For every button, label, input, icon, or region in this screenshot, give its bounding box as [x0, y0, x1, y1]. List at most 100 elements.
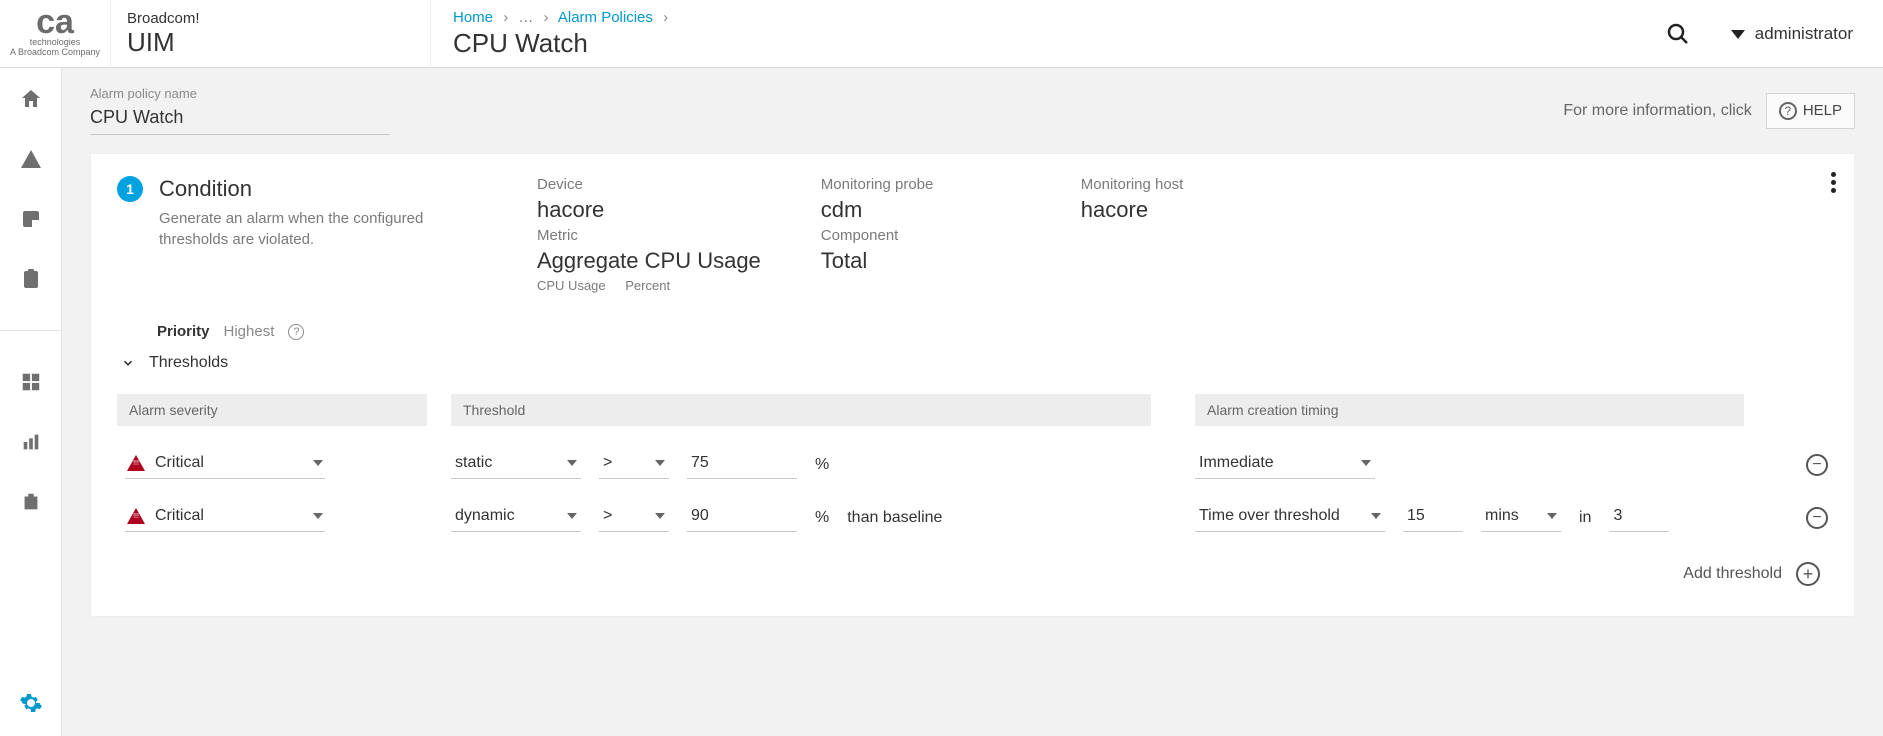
add-threshold-button[interactable]: + — [1796, 562, 1820, 586]
content-area: Alarm policy name For more information, … — [62, 68, 1883, 736]
logo-ca-text: ca — [36, 9, 74, 36]
threshold-cell: dynamic > % than baseline — [451, 479, 1151, 532]
probe-label: Monitoring probe — [821, 176, 1021, 193]
chevron-down-icon — [121, 356, 135, 370]
breadcrumb-sep-icon: › — [663, 9, 668, 26]
remove-row-button[interactable]: − — [1806, 507, 1828, 529]
timing-cell: Time over threshold mins in — [1195, 479, 1744, 532]
caret-down-icon — [1361, 460, 1371, 466]
caret-down-icon — [1731, 30, 1745, 39]
severity-value: Critical — [155, 507, 204, 525]
metric-value: Aggregate CPU Usage — [537, 248, 761, 274]
threshold-value-input[interactable] — [687, 450, 797, 479]
help-icon: ? — [1779, 102, 1797, 120]
timing-value-input[interactable] — [1403, 503, 1463, 532]
timing-in-label: in — [1579, 509, 1591, 527]
thresholds-section-label: Thresholds — [149, 354, 228, 372]
row-actions: − — [1768, 479, 1828, 532]
caret-down-icon — [567, 460, 577, 466]
search-icon[interactable] — [1665, 21, 1691, 47]
col-severity: Alarm severity — [117, 394, 427, 426]
caret-down-icon — [313, 513, 323, 519]
condition-left: 1 Condition Generate an alarm when the c… — [117, 176, 477, 250]
add-threshold-label: Add threshold — [1683, 565, 1782, 583]
severity-select[interactable]: Critical — [125, 450, 325, 479]
user-name: administrator — [1755, 24, 1853, 44]
table-row: Critical — [117, 479, 427, 532]
col-threshold: Threshold — [451, 394, 1151, 426]
metric-label: Metric — [537, 227, 761, 244]
brand-top: Broadcom! — [127, 10, 430, 27]
threshold-op-select[interactable]: > — [599, 450, 669, 479]
severity-select[interactable]: Critical — [125, 503, 325, 532]
policy-name-label: Alarm policy name — [90, 86, 390, 101]
col-timing: Alarm creation timing — [1195, 394, 1744, 426]
kebab-menu-icon[interactable] — [1831, 172, 1836, 193]
brand-box: Broadcom! UIM — [110, 0, 430, 68]
condition-card: 1 Condition Generate an alarm when the c… — [90, 153, 1855, 617]
threshold-op-select[interactable]: > — [599, 503, 669, 532]
device-label: Device — [537, 176, 761, 193]
report-icon[interactable] — [18, 489, 44, 515]
priority-help-icon[interactable]: ? — [288, 324, 304, 340]
metric-sub2: Percent — [625, 278, 670, 293]
timing-unit-select[interactable]: mins — [1481, 503, 1561, 532]
timing-mode-select[interactable]: Immediate — [1195, 450, 1375, 479]
timing-mode-select[interactable]: Time over threshold — [1195, 503, 1385, 532]
alert-icon[interactable] — [18, 146, 44, 172]
book-icon[interactable] — [18, 206, 44, 232]
help-button[interactable]: ? HELP — [1766, 93, 1855, 129]
probe-value: cdm — [821, 197, 1021, 223]
host-label: Monitoring host — [1081, 176, 1281, 193]
thresholds-toggle[interactable]: Thresholds — [121, 354, 1828, 372]
caret-down-icon — [1547, 513, 1557, 519]
condition-summary: 1 Condition Generate an alarm when the c… — [117, 176, 1828, 293]
policy-name-field: Alarm policy name — [90, 86, 390, 135]
threshold-unit: % — [815, 456, 829, 474]
add-threshold-row: Add threshold + — [117, 562, 1828, 586]
device-value: hacore — [537, 197, 761, 223]
table-row: Critical — [117, 426, 427, 479]
content-toolbar: Alarm policy name For more information, … — [62, 68, 1883, 153]
user-menu[interactable]: administrator — [1731, 24, 1853, 44]
dashboard-icon[interactable] — [18, 369, 44, 395]
timing-count-input[interactable] — [1609, 503, 1669, 532]
logo-sub-text: technologiesA Broadcom Company — [10, 38, 100, 58]
policy-name-input[interactable] — [90, 105, 390, 134]
priority-row: Priority Highest ? — [157, 323, 1828, 340]
help-row: For more information, click ? HELP — [1563, 93, 1855, 129]
host-value: hacore — [1081, 197, 1281, 223]
home-icon[interactable] — [18, 86, 44, 112]
clipboard-icon[interactable] — [18, 266, 44, 292]
info-text: For more information, click — [1563, 102, 1752, 120]
breadcrumb-sep-icon: › — [544, 9, 549, 26]
component-label: Component — [821, 227, 1021, 244]
threshold-cell: static > % — [451, 426, 1151, 479]
metric-sub: CPU Usage Percent — [537, 278, 761, 293]
breadcrumb-home[interactable]: Home — [453, 9, 493, 26]
breadcrumb-sep-icon: › — [503, 9, 508, 26]
nav-separator — [0, 330, 62, 331]
gear-icon[interactable] — [18, 690, 44, 716]
critical-icon — [127, 455, 145, 471]
component-value: Total — [821, 248, 1021, 274]
threshold-suffix: than baseline — [847, 509, 942, 527]
left-nav — [0, 68, 62, 736]
threshold-type-select[interactable]: dynamic — [451, 503, 581, 532]
timing-cell: Immediate — [1195, 426, 1744, 479]
thresholds-grid: Alarm severity Threshold Alarm creation … — [117, 394, 1828, 586]
severity-value: Critical — [155, 454, 204, 472]
remove-row-button[interactable]: − — [1806, 454, 1828, 476]
top-right: administrator — [1665, 0, 1853, 68]
caret-down-icon — [313, 460, 323, 466]
critical-icon — [127, 508, 145, 524]
probe-component-col: Monitoring probe cdm Component Total — [821, 176, 1021, 274]
breadcrumb-dots: … — [518, 9, 533, 26]
chart-icon[interactable] — [18, 429, 44, 455]
breadcrumb-policies[interactable]: Alarm Policies — [558, 9, 653, 26]
threshold-value-input[interactable] — [687, 503, 797, 532]
device-metric-col: Device hacore Metric Aggregate CPU Usage… — [537, 176, 761, 293]
caret-down-icon — [655, 513, 665, 519]
threshold-type-select[interactable]: static — [451, 450, 581, 479]
help-label: HELP — [1803, 102, 1842, 119]
